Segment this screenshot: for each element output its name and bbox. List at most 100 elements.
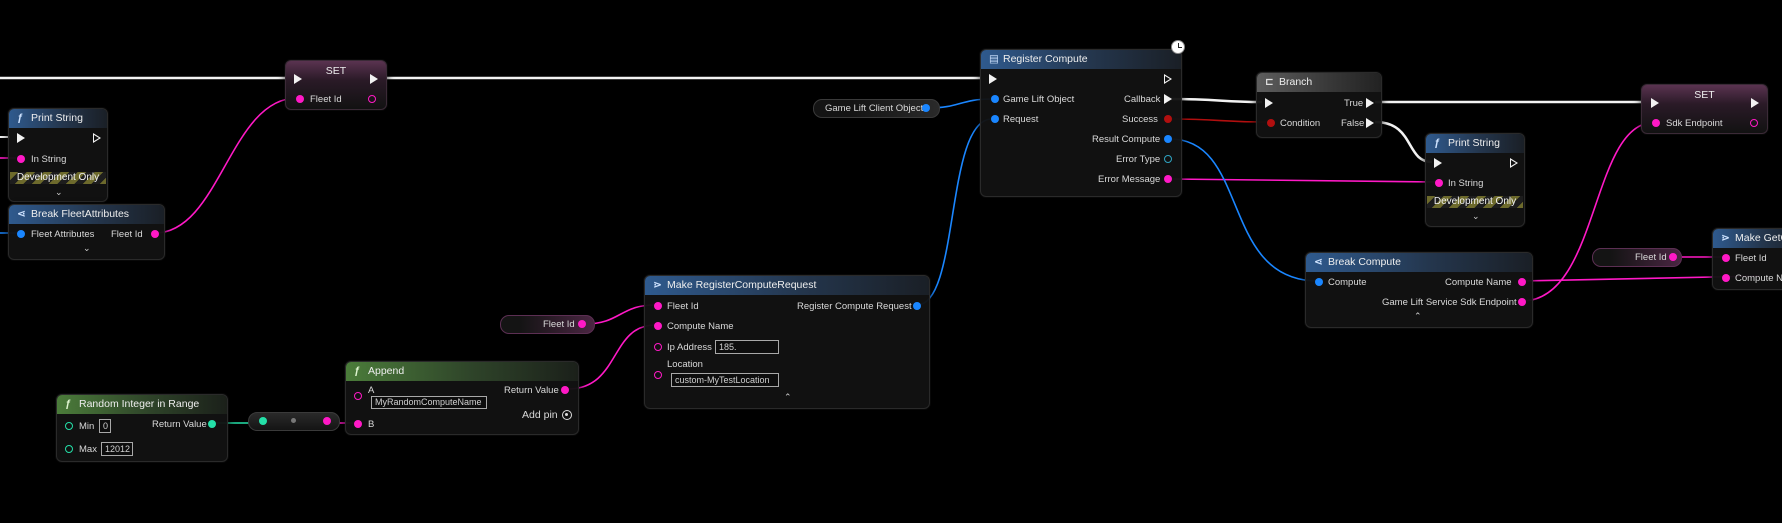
node-title: Print String (1448, 137, 1500, 149)
fleet-id-in-pin[interactable] (1722, 254, 1730, 262)
ip-address-pin[interactable] (654, 343, 662, 351)
true-label: True (1344, 98, 1364, 109)
append-node[interactable]: ƒ Append A MyRandomComputeName Return Val… (345, 361, 579, 435)
break-fleetattributes-node[interactable]: ⋖ Break FleetAttributes Fleet Attributes … (8, 204, 165, 260)
add-pin-label[interactable]: Add pin (522, 409, 558, 421)
break-struct-icon: ⋖ (17, 208, 26, 220)
false-exec-pin[interactable] (1366, 118, 1374, 128)
wire-sdk-to-set (1521, 121, 1656, 302)
expand-chevron-icon[interactable]: ⌄ (1472, 211, 1480, 222)
compute-name-out-pin[interactable] (1518, 278, 1526, 286)
object-out-pin[interactable] (922, 104, 930, 112)
sdk-endpoint-out-pin[interactable] (1518, 298, 1526, 306)
result-compute-pin[interactable] (1164, 135, 1172, 143)
collapse-chevron-icon[interactable]: ⌃ (1414, 311, 1422, 322)
print-string-node-right[interactable]: ƒ Print String In String Development Only… (1425, 133, 1525, 227)
condition-label: Condition (1280, 118, 1321, 129)
fleet-id-variable-left[interactable]: Fleet Id (500, 315, 595, 334)
request-pin[interactable] (991, 115, 999, 123)
fleet-id-in-pin[interactable] (296, 95, 304, 103)
return-value-pin[interactable] (208, 420, 216, 428)
fleet-id-out-pin[interactable] (578, 320, 586, 328)
node-title: Register Compute (1003, 53, 1088, 65)
print-string-node-left[interactable]: ƒ Print String In String Development Only… (8, 108, 108, 202)
a-input[interactable]: MyRandomComputeName (371, 396, 487, 409)
exec-in-pin[interactable] (1651, 98, 1659, 108)
set-sdk-endpoint-node[interactable]: SET Sdk Endpoint (1641, 84, 1768, 134)
min-pin[interactable] (65, 422, 73, 430)
sdk-endpoint-out-pin[interactable] (1750, 119, 1758, 127)
node-title: Print String (31, 112, 83, 124)
set-fleetid-node[interactable]: SET Fleet Id (285, 60, 387, 110)
fleet-id-out-pin[interactable] (1669, 253, 1677, 261)
blueprint-graph-canvas[interactable]: ƒ Print String In String Development Only… (0, 0, 1782, 523)
error-type-pin[interactable] (1164, 155, 1172, 163)
function-icon: ƒ (1434, 137, 1440, 149)
fleet-id-out-pin[interactable] (368, 95, 376, 103)
expand-chevron-icon[interactable]: ⌄ (55, 187, 63, 198)
collapse-chevron-icon[interactable]: ⌃ (784, 392, 792, 403)
success-pin[interactable] (1164, 115, 1172, 123)
make-registercomputerequest-node[interactable]: ⋗ Make RegisterComputeRequest Fleet Id Re… (644, 275, 930, 409)
node-title: Break Compute (1328, 256, 1401, 268)
fleet-id-in-pin[interactable] (654, 302, 662, 310)
return-value-pin[interactable] (561, 386, 569, 394)
conversion-reroute-node[interactable] (248, 412, 340, 431)
ip-address-label: Ip Address (667, 342, 712, 353)
exec-out-pin[interactable] (93, 133, 101, 143)
exec-out-pin[interactable] (1164, 74, 1172, 84)
exec-in-pin[interactable] (1434, 158, 1442, 168)
request-out-pin[interactable] (913, 302, 921, 310)
add-pin-icon[interactable] (562, 410, 572, 420)
break-compute-node[interactable]: ⋖ Break Compute Compute Compute Name Game… (1305, 252, 1533, 328)
max-input[interactable]: 12012 (101, 442, 133, 456)
in-string-label: In String (31, 154, 67, 165)
max-label: Max (79, 444, 97, 455)
fleet-attributes-label: Fleet Attributes (31, 229, 95, 240)
exec-wire-false-to-print (1374, 120, 1433, 164)
error-message-pin[interactable] (1164, 175, 1172, 183)
a-pin[interactable] (354, 392, 362, 400)
location-input[interactable]: custom-MyTestLocation (671, 373, 779, 387)
success-label: Success (1122, 114, 1158, 125)
exec-out-pin[interactable] (1510, 158, 1518, 168)
fleet-id-variable-right[interactable]: Fleet Id (1592, 248, 1682, 267)
string-out-pin[interactable] (323, 417, 331, 425)
location-pin[interactable] (654, 371, 662, 379)
exec-in-pin[interactable] (1265, 98, 1273, 108)
fleet-attributes-pin[interactable] (17, 230, 25, 238)
exec-wire-callback-to-branch (1169, 97, 1263, 104)
sdk-endpoint-in-pin[interactable] (1652, 119, 1660, 127)
make-getcompute-node[interactable]: ⋗ Make GetC Fleet Id Compute Na (1712, 228, 1782, 290)
compute-in-pin[interactable] (1315, 278, 1323, 286)
in-string-pin[interactable] (1435, 179, 1443, 187)
callback-exec-pin[interactable] (1164, 94, 1172, 104)
variable-label: Fleet Id (543, 319, 575, 330)
register-compute-node[interactable]: ▤ Register Compute Game Lift Object Callb… (980, 49, 1182, 197)
random-integer-in-range-node[interactable]: ƒ Random Integer in Range Min 0 Return Va… (56, 394, 228, 462)
game-lift-object-pin[interactable] (991, 95, 999, 103)
callback-label: Callback (1124, 94, 1161, 105)
game-lift-client-object-variable[interactable]: Game Lift Client Object (813, 99, 940, 118)
ip-address-input[interactable]: 185. (715, 340, 779, 354)
exec-out-pin[interactable] (1751, 98, 1759, 108)
max-pin[interactable] (65, 445, 73, 453)
branch-node[interactable]: ⊏ Branch True Condition False (1256, 72, 1382, 138)
compute-name-in-pin[interactable] (1722, 274, 1730, 282)
fleet-id-out-pin[interactable] (151, 230, 159, 238)
collapse-chevron-icon[interactable]: ⌄ (83, 243, 91, 254)
int-in-pin[interactable] (259, 417, 267, 425)
true-exec-pin[interactable] (1366, 98, 1374, 108)
variable-label: Game Lift Client Object (825, 103, 924, 114)
exec-out-pin[interactable] (370, 74, 378, 84)
wire-success-to-condition (1169, 118, 1267, 123)
exec-in-pin[interactable] (294, 74, 302, 84)
in-string-pin[interactable] (17, 155, 25, 163)
development-only-bar: Development Only (1427, 196, 1523, 208)
compute-name-in-pin[interactable] (654, 322, 662, 330)
b-pin[interactable] (354, 420, 362, 428)
min-input[interactable]: 0 (99, 419, 111, 433)
condition-pin[interactable] (1267, 119, 1275, 127)
exec-in-pin[interactable] (17, 133, 25, 143)
exec-in-pin[interactable] (989, 74, 997, 84)
